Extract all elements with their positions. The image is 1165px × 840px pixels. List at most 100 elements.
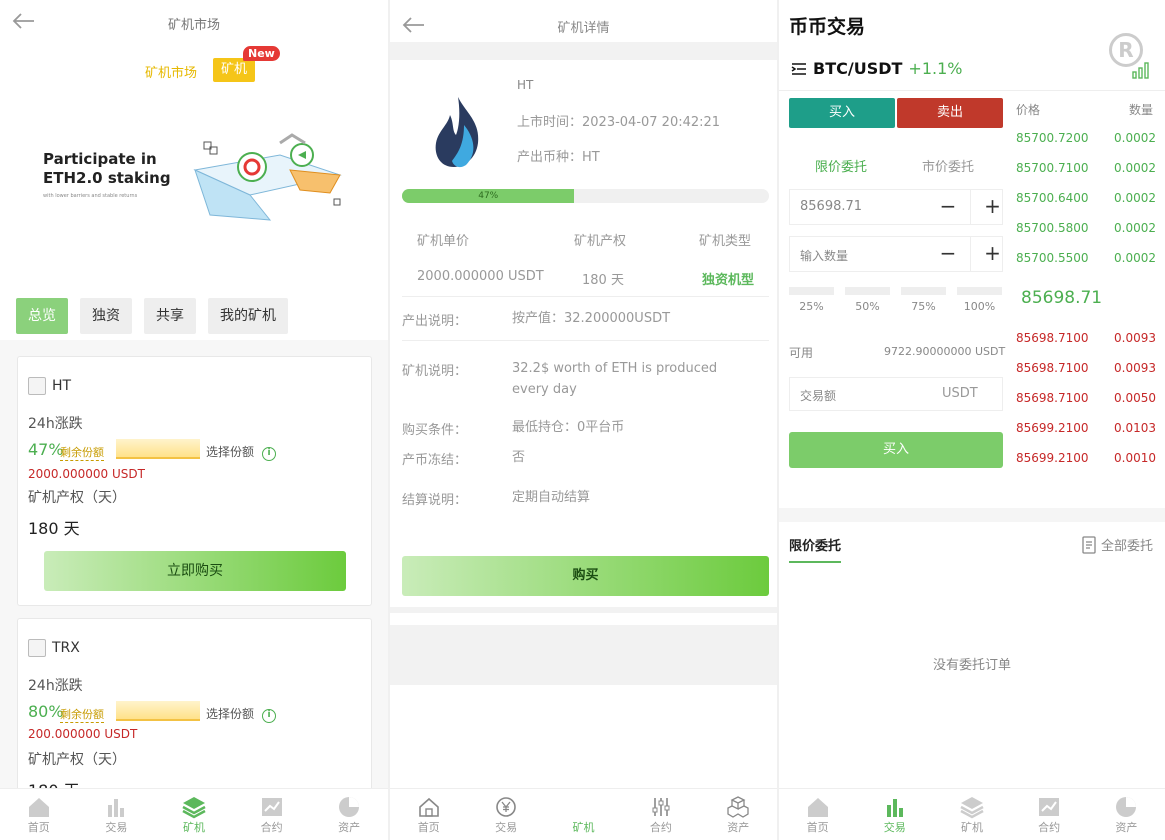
ask-qty: 0.0002 [1114,161,1156,175]
orders-tab-limit[interactable]: 限价委托 [789,535,841,554]
signal-chart-icon[interactable] [1131,58,1153,80]
nav-trade[interactable]: 交易 [865,795,925,835]
bar-chart-icon [886,798,903,817]
percent-bar-100[interactable] [957,287,1002,295]
percent-label[interactable]: 50% [845,300,890,313]
nav-trade[interactable]: 交易 [86,795,146,835]
price-input[interactable]: 85698.71 − + [789,189,1003,225]
bid-row[interactable]: 85699.2100 0.0103 [1016,421,1156,435]
available-label: 可用 [789,346,814,360]
sliders-icon [652,797,670,816]
nav-miner[interactable]: 矿机 [942,795,1002,835]
bid-price: 85698.7100 [1016,331,1089,345]
limit-order-tab[interactable]: 限价委托 [815,156,867,175]
percent-label[interactable]: 75% [901,300,946,313]
all-orders-label: 全部委托 [1101,539,1154,554]
ask-row[interactable]: 85700.5800 0.0002 [1016,221,1156,235]
tab-overview[interactable]: 总览 [16,298,68,334]
property-label: 矿机产权 [574,234,627,249]
info-icon[interactable]: i [262,709,276,723]
all-orders-link[interactable]: 全部委托 [1081,535,1153,554]
miner-icon [570,795,596,819]
nav-label: 首页 [806,820,829,834]
purchase-cond-value: 最低持仓：0平台币 [512,420,625,435]
qty-minus-button[interactable]: − [926,237,970,271]
line-chart-icon [1039,797,1060,816]
miner-price: 2000.000000 USDT [28,467,145,481]
header-divider [390,42,777,60]
nav-assets[interactable]: 资产 [319,795,379,835]
nav-contract[interactable]: 合约 [1019,795,1079,835]
tab-shared[interactable]: 共享 [144,298,196,334]
nav-trade[interactable]: 交易 [476,795,536,835]
info-icon[interactable]: i [262,447,276,461]
bid-row[interactable]: 85698.7100 0.0093 [1016,361,1156,375]
sell-tab[interactable]: 卖出 [897,98,1003,128]
segment-market[interactable]: 矿机市场 [145,62,197,81]
pie-chart-icon [1116,796,1137,817]
available-value: 9722.90000000 USDT [884,345,1006,358]
percent-label[interactable]: 100% [957,300,1002,313]
bid-row[interactable]: 85698.7100 0.0093 [1016,331,1156,345]
nav-label: 交易 [883,820,906,834]
coin-image-icon [28,377,46,395]
buy-submit-button[interactable]: 买入 [789,432,1003,468]
nav-assets[interactable]: 资产 [708,795,768,835]
nav-home[interactable]: 首页 [9,795,69,835]
percent-bar-25[interactable] [789,287,834,295]
ask-row[interactable]: 85700.7100 0.0002 [1016,161,1156,175]
tab-solo[interactable]: 独资 [80,298,132,334]
bid-row[interactable]: 85699.2100 0.0010 [1016,451,1156,465]
nav-home[interactable]: 首页 [788,795,848,835]
percent-bar-50[interactable] [845,287,890,295]
nav-contract[interactable]: 合约 [242,795,302,835]
pair-selector[interactable]: BTC/USDT +1.1% [791,59,962,78]
property-label: 矿机产权（天） [28,490,126,506]
nav-assets[interactable]: 资产 [1096,795,1156,835]
nav-label: 合约 [260,820,283,834]
buy-tab[interactable]: 买入 [789,98,895,128]
orderbook-price-header: 价格 [1016,103,1041,117]
nav-miner[interactable]: 矿机 [553,795,613,835]
bid-price: 85699.2100 [1016,421,1089,435]
select-shares-label[interactable]: 选择份额 [206,443,254,460]
percent-label[interactable]: 25% [789,300,834,313]
tab-my-miners[interactable]: 我的矿机 [208,298,288,334]
bottom-nav: 首页 交易 矿机 合约 资产 [0,788,388,840]
nav-label: 矿机 [182,820,205,834]
price-plus-button[interactable]: + [970,190,1014,224]
share-progress-bar [116,439,200,459]
ask-price: 85700.7200 [1016,131,1089,145]
ask-row[interactable]: 85700.5500 0.0002 [1016,251,1156,265]
category-tabs: 总览 独资 共享 我的矿机 [16,298,288,334]
qty-plus-button[interactable]: + [970,237,1014,271]
empty-orders-text: 没有委托订单 [932,658,1011,673]
segment-miner[interactable]: 矿机 [213,58,255,82]
settlement-value: 定期自动结算 [512,490,591,505]
progress-percent: 47% [28,440,64,459]
buy-button[interactable]: 购买 [402,556,769,596]
miner-desc-label: 矿机说明： [402,364,468,379]
freeze-value: 否 [512,450,526,465]
ask-price: 85700.5500 [1016,251,1089,265]
property-value: 180 天 [582,273,624,288]
price-minus-button[interactable]: − [926,190,970,224]
ask-row[interactable]: 85700.6400 0.0002 [1016,191,1156,205]
amount-input[interactable]: 交易额 USDT [789,377,1003,411]
ask-row[interactable]: 85700.7200 0.0002 [1016,131,1156,145]
select-shares-label[interactable]: 选择份额 [206,705,254,722]
percent-bar-75[interactable] [901,287,946,295]
nav-miner[interactable]: 矿机 [164,795,224,835]
buy-now-button[interactable]: 立即购买 [44,551,346,591]
mining-market-screen: 矿机市场 矿机市场 矿机 New Participate in ETH2.0 s… [0,0,388,840]
market-order-tab[interactable]: 市价委托 [922,156,974,175]
page-title: 矿机市场 [167,18,220,33]
coin-name: HT [517,78,534,92]
bid-qty: 0.0093 [1114,361,1156,375]
nav-home[interactable]: 首页 [399,795,459,835]
bid-row[interactable]: 85698.7100 0.0050 [1016,391,1156,405]
nav-contract[interactable]: 合约 [631,795,691,835]
menu-icon[interactable] [791,62,807,76]
nav-label: 资产 [1115,820,1138,834]
quantity-input[interactable]: 输入数量 − + [789,236,1003,272]
